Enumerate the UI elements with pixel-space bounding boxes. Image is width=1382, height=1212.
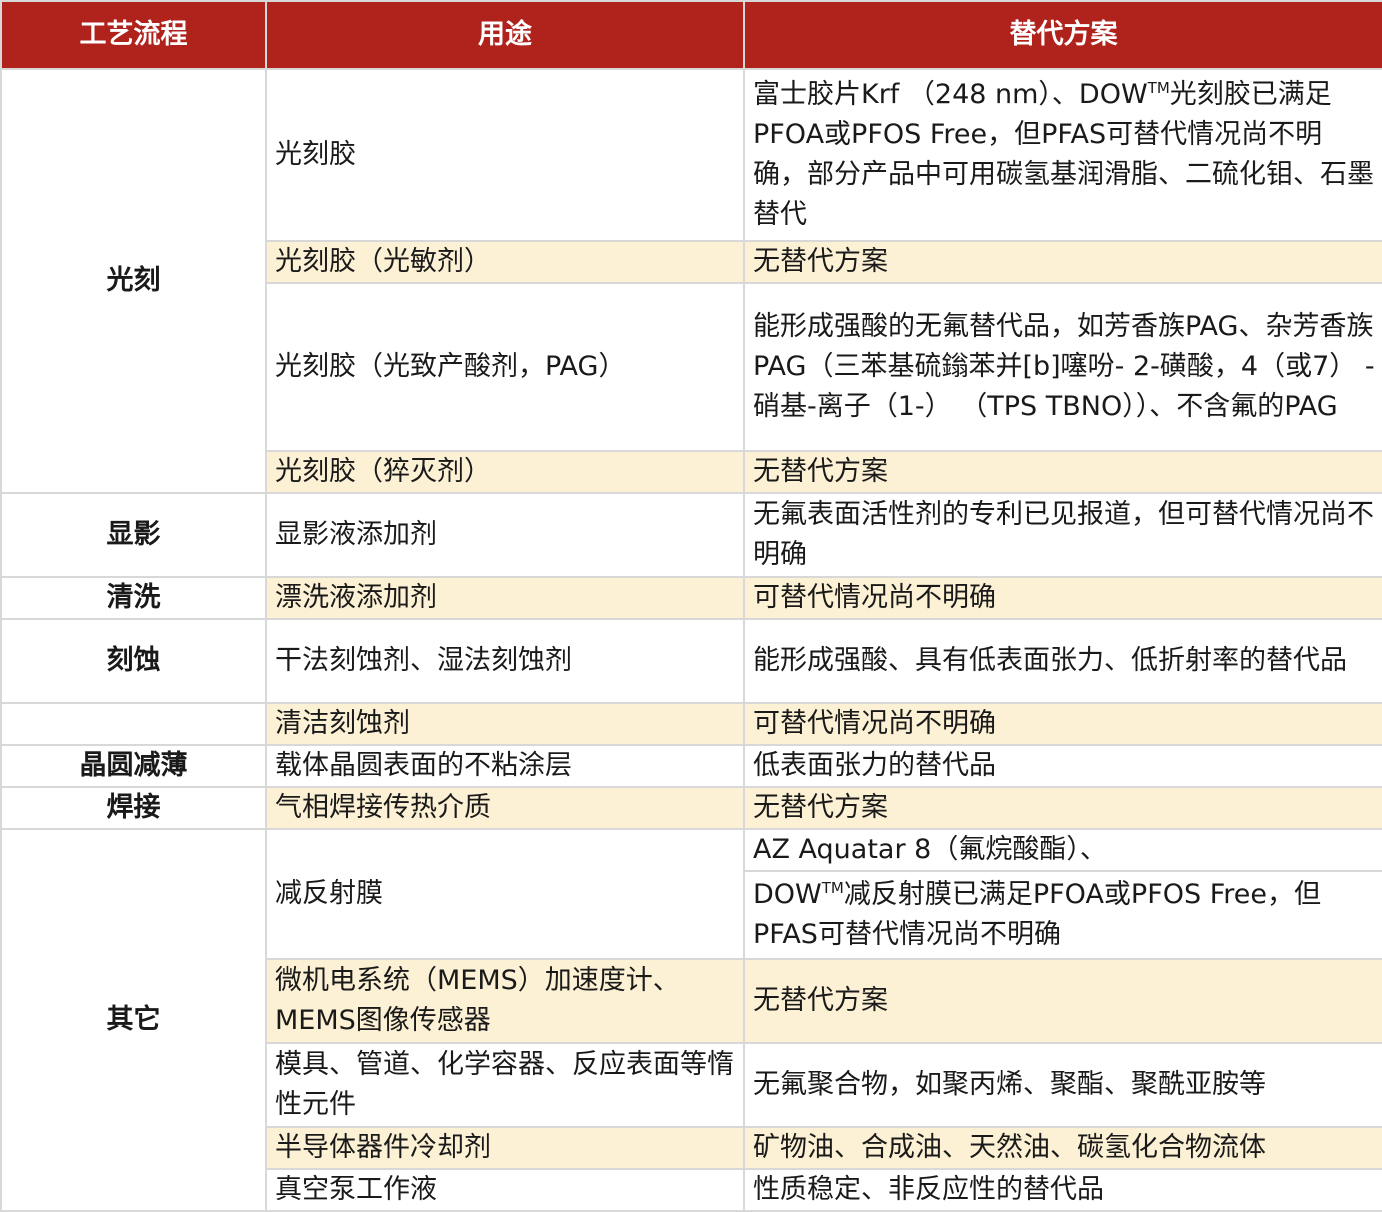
alternative-text: DOW <box>753 879 822 910</box>
trademark-mark: TM <box>821 879 844 897</box>
trademark-mark: TM <box>1147 79 1170 97</box>
use-cell: 光刻胶（光致产酸剂，PAG） <box>265 282 745 452</box>
alternative-cell: 无替代方案 <box>743 240 1382 284</box>
table-row: 清洁刻蚀剂 可替代情况尚不明确 <box>0 702 1382 746</box>
use-cell: 减反射膜 <box>265 828 745 960</box>
process-cell-empty <box>0 702 267 746</box>
alternative-cell: 性质稳定、非反应性的替代品 <box>743 1168 1382 1212</box>
process-cell: 清洗 <box>0 576 267 620</box>
use-cell: 干法刻蚀剂、湿法刻蚀剂 <box>265 618 745 704</box>
alternative-cell: 能形成强酸、具有低表面张力、低折射率的替代品 <box>743 618 1382 704</box>
use-cell: 漂洗液添加剂 <box>265 576 745 620</box>
process-cell: 刻蚀 <box>0 618 267 704</box>
alternative-cell: 可替代情况尚不明确 <box>743 702 1382 746</box>
alternative-cell: 无氟表面活性剂的专利已见报道，但可替代情况尚不明确 <box>743 492 1382 578</box>
alternative-cell: 可替代情况尚不明确 <box>743 576 1382 620</box>
alternative-cell: 无氟聚合物，如聚丙烯、聚酯、聚酰亚胺等 <box>743 1042 1382 1128</box>
header-use: 用途 <box>265 0 745 70</box>
alternative-cell: 无替代方案 <box>743 786 1382 830</box>
use-cell: 显影液添加剂 <box>265 492 745 578</box>
process-cell: 光刻 <box>0 68 267 494</box>
alternative-text: 富士胶片Krf （248 nm）、DOW <box>753 79 1148 110</box>
header-row: 工艺流程 用途 替代方案 <box>0 0 1382 70</box>
use-cell: 气相焊接传热介质 <box>265 786 745 830</box>
use-cell: 真空泵工作液 <box>265 1168 745 1212</box>
process-cell: 焊接 <box>0 786 267 830</box>
alternative-cell: 无替代方案 <box>743 958 1382 1044</box>
alternative-cell: 无替代方案 <box>743 450 1382 494</box>
table-row: 光刻 光刻胶 富士胶片Krf （248 nm）、DOWTM光刻胶已满足PFOA或… <box>0 68 1382 494</box>
alternative-cell: 低表面张力的替代品 <box>743 744 1382 788</box>
header-process: 工艺流程 <box>0 0 267 70</box>
alternative-cell: AZ Aquatar 8（氟烷酸酯）、 <box>743 828 1382 872</box>
table-row: 焊接 气相焊接传热介质 无替代方案 <box>0 786 1382 830</box>
alternative-cell: 矿物油、合成油、天然油、碳氢化合物流体 <box>743 1126 1382 1170</box>
alternative-cell: 富士胶片Krf （248 nm）、DOWTM光刻胶已满足PFOA或PFOS Fr… <box>743 68 1382 242</box>
header-alternative: 替代方案 <box>743 0 1382 70</box>
table-row: 晶圆减薄 载体晶圆表面的不粘涂层 低表面张力的替代品 <box>0 744 1382 788</box>
use-cell: 载体晶圆表面的不粘涂层 <box>265 744 745 788</box>
use-cell: 半导体器件冷却剂 <box>265 1126 745 1170</box>
table-row: 刻蚀 干法刻蚀剂、湿法刻蚀剂 能形成强酸、具有低表面张力、低折射率的替代品 <box>0 618 1382 704</box>
use-cell: 光刻胶（光敏剂） <box>265 240 745 284</box>
use-cell: 清洁刻蚀剂 <box>265 702 745 746</box>
table-row: 清洗 漂洗液添加剂 可替代情况尚不明确 <box>0 576 1382 620</box>
process-cell: 显影 <box>0 492 267 578</box>
pfas-alternatives-table: 工艺流程 用途 替代方案 光刻 光刻胶 富士胶片Krf （248 nm）、DOW… <box>0 0 1382 1212</box>
table-row: 显影 显影液添加剂 无氟表面活性剂的专利已见报道，但可替代情况尚不明确 <box>0 492 1382 578</box>
alternative-cell: DOWTM减反射膜已满足PFOA或PFOS Free，但PFAS可替代情况尚不明… <box>743 870 1382 960</box>
process-cell: 晶圆减薄 <box>0 744 267 788</box>
process-cell: 其它 <box>0 828 267 1212</box>
table-row: 其它 减反射膜 AZ Aquatar 8（氟烷酸酯）、 <box>0 828 1382 1212</box>
use-cell: 光刻胶（猝灭剂） <box>265 450 745 494</box>
alternative-cell: 能形成强酸的无氟替代品，如芳香族PAG、杂芳香族PAG（三苯基硫鎓苯并[b]噻吩… <box>743 282 1382 452</box>
use-cell: 光刻胶 <box>265 68 745 242</box>
use-cell: 模具、管道、化学容器、反应表面等惰性元件 <box>265 1042 745 1128</box>
use-cell: 微机电系统（MEMS）加速度计、MEMS图像传感器 <box>265 958 745 1044</box>
